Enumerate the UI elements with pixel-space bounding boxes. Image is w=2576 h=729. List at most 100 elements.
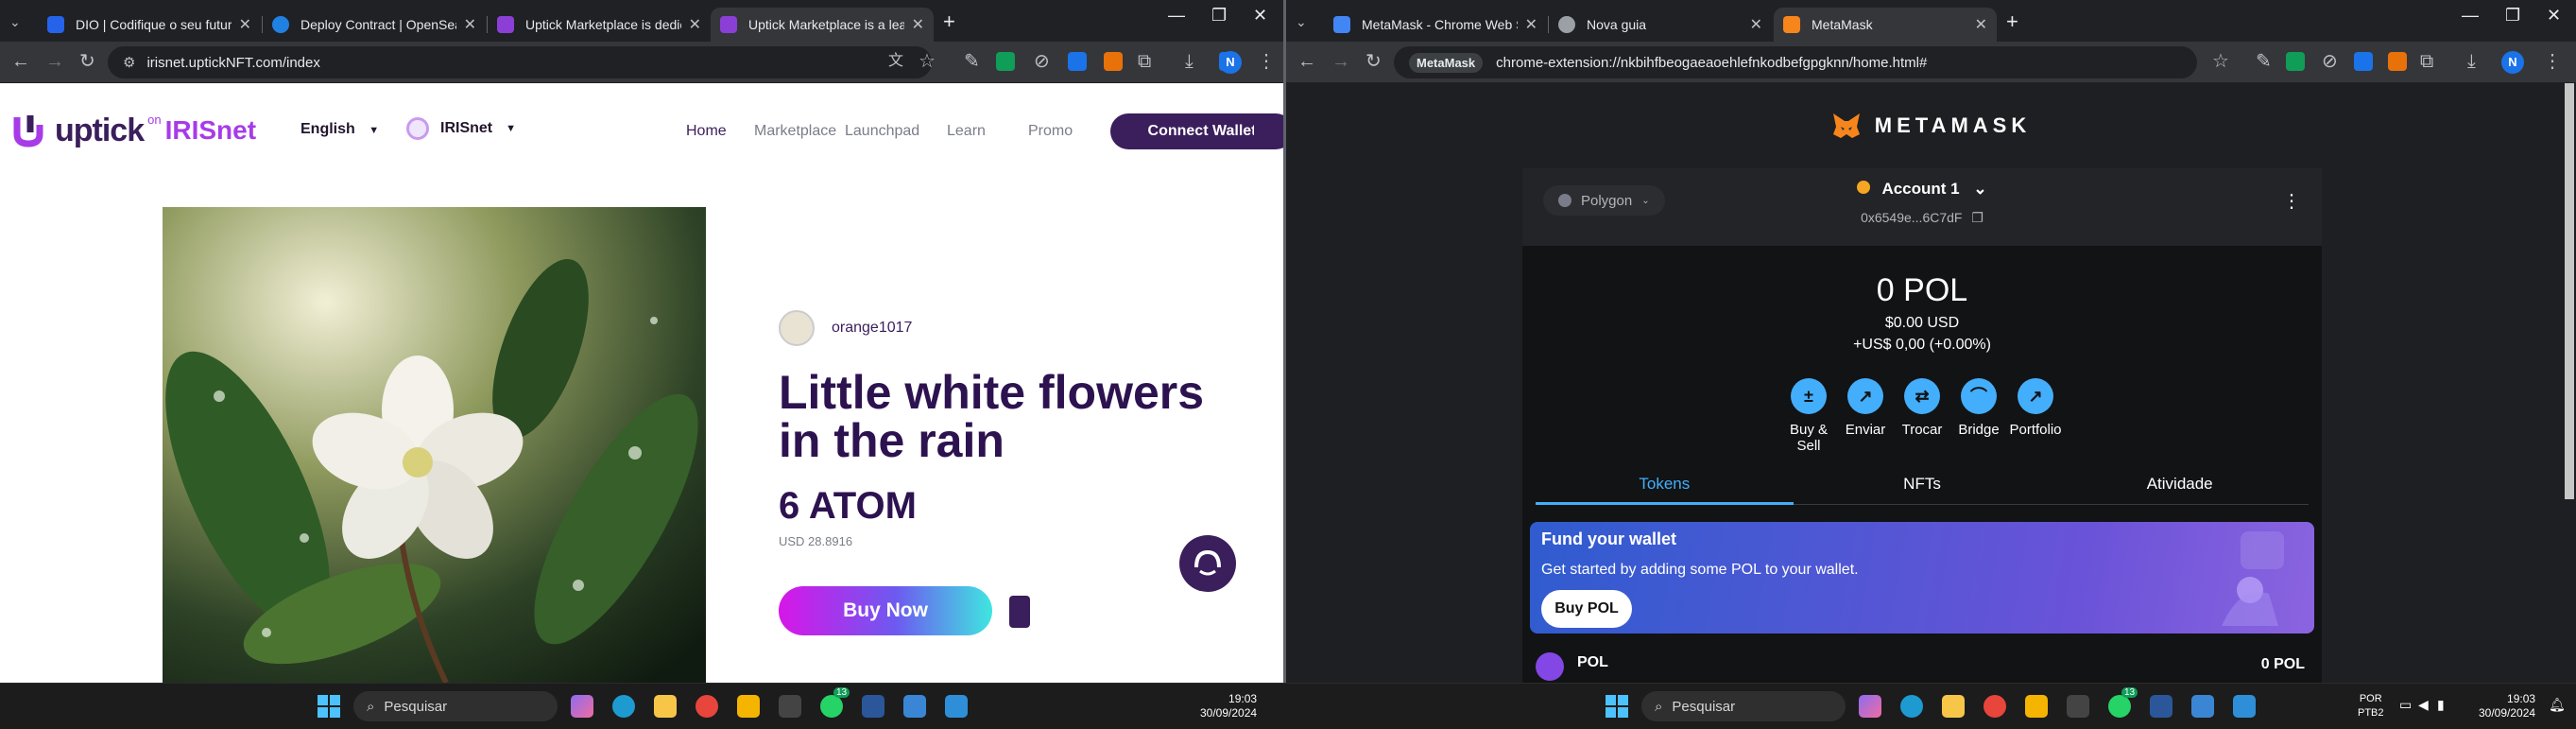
download-icon[interactable]: ⤓ bbox=[1185, 51, 1194, 72]
nav-marketplace[interactable]: Marketplace bbox=[754, 123, 836, 140]
close-icon[interactable]: ✕ bbox=[1525, 15, 1537, 34]
nav-learn[interactable]: Learn bbox=[947, 123, 986, 140]
tab-search-icon[interactable]: ⌄ bbox=[9, 11, 21, 32]
profile-avatar[interactable]: N bbox=[1219, 51, 1242, 74]
profile-avatar[interactable]: N bbox=[2501, 51, 2524, 74]
metamask-extension-icon[interactable] bbox=[2388, 52, 2407, 71]
store-icon[interactable] bbox=[737, 695, 760, 718]
pen-extension-icon[interactable]: ✎ bbox=[964, 51, 980, 72]
account-selector[interactable]: Account 1 ⌄ bbox=[1522, 180, 2322, 199]
token-row-pol[interactable]: POL 0 POL bbox=[1536, 652, 2309, 681]
language-selector[interactable]: English ▼ bbox=[301, 121, 379, 138]
bookmark-star-icon[interactable]: ☆ bbox=[919, 51, 936, 72]
site-info-icon[interactable]: ⚙ bbox=[123, 54, 135, 71]
close-window-icon[interactable]: ✕ bbox=[1253, 6, 1267, 26]
tab-dio[interactable]: DIO | Codifique o seu futuro gl ✕ bbox=[38, 8, 261, 42]
word-icon[interactable] bbox=[862, 695, 884, 718]
notepad-icon[interactable] bbox=[945, 695, 968, 718]
taskbar-search[interactable]: ⌕ Pesquisar bbox=[353, 691, 558, 721]
chat-support-icon[interactable] bbox=[1179, 535, 1236, 592]
uptick-logo[interactable]: uptick on IRISnet bbox=[11, 112, 256, 149]
forward-icon[interactable]: → bbox=[1331, 51, 1350, 72]
terminal-icon[interactable] bbox=[2067, 695, 2089, 718]
menu-icon[interactable]: ⋮ bbox=[1257, 51, 1276, 72]
menu-icon[interactable]: ⋮ bbox=[2543, 51, 2562, 72]
compass-extension-icon[interactable]: ⊘ bbox=[2322, 51, 2338, 72]
close-icon[interactable]: ✕ bbox=[464, 15, 476, 34]
tab-metamask-active[interactable]: MetaMask ✕ bbox=[1774, 8, 1997, 42]
tab-opensea[interactable]: Deploy Contract | OpenSea ✕ bbox=[263, 8, 486, 42]
copilot-icon[interactable] bbox=[1859, 695, 1881, 718]
file-explorer-icon[interactable] bbox=[654, 695, 677, 718]
taskbar-search[interactable]: ⌕ Pesquisar bbox=[1641, 691, 1846, 721]
tab-activity[interactable]: Atividade bbox=[2051, 467, 2310, 505]
minimize-icon[interactable]: — bbox=[2462, 6, 2479, 26]
extensions-puzzle-icon[interactable]: ⧉ bbox=[2420, 51, 2433, 72]
windows-start-icon[interactable] bbox=[1606, 695, 1628, 718]
display-icon[interactable]: ▭ bbox=[2399, 697, 2412, 713]
scrollbar[interactable] bbox=[2565, 83, 2574, 499]
mobile-icon[interactable] bbox=[1009, 596, 1030, 628]
speaker-icon[interactable]: ◀ bbox=[2418, 697, 2429, 713]
new-tab-icon[interactable]: + bbox=[943, 9, 955, 34]
battery-icon[interactable]: ▮ bbox=[2437, 697, 2445, 713]
reload-icon[interactable]: ↻ bbox=[79, 51, 95, 72]
clock[interactable]: 19:03 30/09/2024 bbox=[2479, 692, 2535, 720]
notepad-icon[interactable] bbox=[2233, 695, 2256, 718]
pen-extension-icon[interactable]: ✎ bbox=[2256, 51, 2272, 72]
address-bar[interactable]: ⚙ irisnet.uptickNFT.com/index bbox=[108, 46, 932, 78]
maximize-icon[interactable]: ❐ bbox=[1211, 6, 1227, 26]
tab-chrome-web-store[interactable]: MetaMask - Chrome Web Store ✕ bbox=[1324, 8, 1547, 42]
extension-icon[interactable] bbox=[2286, 52, 2305, 71]
bridge-button[interactable]: ⌒ Bridge bbox=[1950, 378, 2007, 454]
word-icon[interactable] bbox=[2150, 695, 2172, 718]
minimize-icon[interactable]: — bbox=[1168, 6, 1185, 26]
wallet-side-icon[interactable] bbox=[1254, 117, 1273, 149]
close-window-icon[interactable]: ✕ bbox=[2547, 6, 2561, 26]
extensions-puzzle-icon[interactable]: ⧉ bbox=[1138, 51, 1151, 72]
k-extension-icon[interactable] bbox=[1068, 52, 1087, 71]
download-icon[interactable]: ⤓ bbox=[2467, 51, 2476, 72]
input-language[interactable]: POR PTB2 bbox=[2358, 692, 2384, 720]
nav-promo[interactable]: Promo bbox=[1028, 123, 1073, 140]
clock[interactable]: 19:03 30/09/2024 bbox=[1200, 692, 1257, 720]
edge-icon[interactable] bbox=[612, 695, 635, 718]
close-icon[interactable]: ✕ bbox=[912, 15, 924, 34]
maximize-icon[interactable]: ❐ bbox=[2505, 6, 2520, 26]
creator-info[interactable]: orange1017 bbox=[779, 310, 912, 346]
nft-artwork-image[interactable] bbox=[163, 207, 706, 683]
tab-nfts[interactable]: NFTs bbox=[1793, 467, 2052, 505]
tab-nova-guia[interactable]: Nova guia ✕ bbox=[1549, 8, 1772, 42]
extension-badge[interactable]: MetaMask bbox=[1409, 52, 1484, 73]
chrome-icon[interactable] bbox=[696, 695, 718, 718]
nav-launchpad[interactable]: Launchpad bbox=[845, 123, 919, 140]
file-explorer-icon[interactable] bbox=[1942, 695, 1965, 718]
reload-icon[interactable]: ↻ bbox=[1365, 51, 1382, 72]
close-icon[interactable]: ✕ bbox=[1975, 15, 1987, 34]
whatsapp-icon[interactable] bbox=[2108, 695, 2131, 718]
tab-tokens[interactable]: Tokens bbox=[1536, 467, 1794, 505]
back-icon[interactable]: ← bbox=[1297, 51, 1316, 72]
tab-uptick-1[interactable]: Uptick Marketplace is dedicate ✕ bbox=[488, 8, 711, 42]
new-tab-icon[interactable]: + bbox=[2006, 9, 2018, 34]
close-icon[interactable]: ✕ bbox=[239, 15, 251, 34]
compass-extension-icon[interactable]: ⊘ bbox=[1034, 51, 1050, 72]
edge-icon[interactable] bbox=[1900, 695, 1923, 718]
vscode-icon[interactable] bbox=[903, 695, 926, 718]
buy-now-button[interactable]: Buy Now bbox=[779, 586, 992, 635]
tab-uptick-active[interactable]: Uptick Marketplace is a leading ✕ bbox=[711, 8, 934, 42]
close-icon[interactable]: ✕ bbox=[1750, 15, 1762, 34]
tab-search-icon[interactable]: ⌄ bbox=[1296, 11, 1307, 32]
terminal-icon[interactable] bbox=[779, 695, 801, 718]
vscode-icon[interactable] bbox=[2191, 695, 2214, 718]
address-bar[interactable]: MetaMask chrome-extension://nkbihfbeogae… bbox=[1394, 46, 2197, 78]
network-selector[interactable]: IRISnet ▼ bbox=[406, 117, 516, 140]
back-icon[interactable]: ← bbox=[11, 51, 30, 72]
nav-home[interactable]: Home bbox=[686, 123, 727, 140]
send-button[interactable]: ↗ Enviar bbox=[1837, 378, 1894, 454]
close-icon[interactable]: ✕ bbox=[689, 15, 701, 34]
portfolio-button[interactable]: ↗ Portfolio bbox=[2007, 378, 2064, 454]
windows-start-icon[interactable] bbox=[318, 695, 340, 718]
account-options-icon[interactable]: ⋮ bbox=[2282, 189, 2301, 213]
notification-bell-icon[interactable]: 🔔︎ bbox=[2549, 697, 2566, 713]
